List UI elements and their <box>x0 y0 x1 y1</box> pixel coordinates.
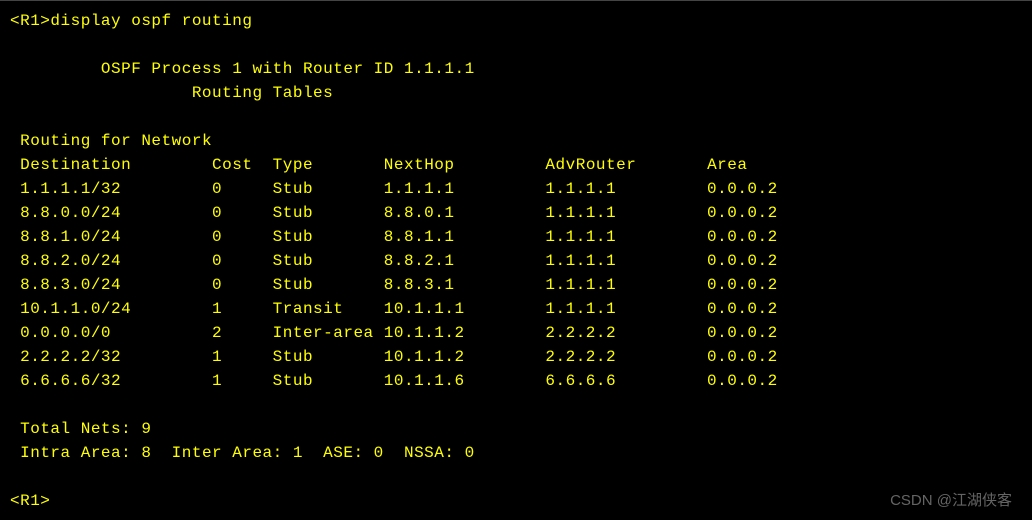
col-type: Type <box>273 156 313 174</box>
col-advrouter: AdvRouter <box>545 156 636 174</box>
routing-tables-header: Routing Tables <box>10 81 1022 105</box>
total-nets: Total Nets: 9 <box>10 417 1022 441</box>
totals-breakdown: Intra Area: 8 Inter Area: 1 ASE: 0 NSSA:… <box>10 441 1022 465</box>
col-destination: Destination <box>20 156 131 174</box>
table-row: 8.8.2.0/24 0 Stub 8.8.2.1 1.1.1.1 0.0.0.… <box>10 249 1022 273</box>
table-row: 8.8.1.0/24 0 Stub 8.8.1.1 1.1.1.1 0.0.0.… <box>10 225 1022 249</box>
table-row: 1.1.1.1/32 0 Stub 1.1.1.1 1.1.1.1 0.0.0.… <box>10 177 1022 201</box>
table-row: 0.0.0.0/0 2 Inter-area 10.1.1.2 2.2.2.2 … <box>10 321 1022 345</box>
ospf-header: OSPF Process 1 with Router ID 1.1.1.1 <box>10 57 1022 81</box>
prompt-end[interactable]: <R1> <box>10 489 1022 513</box>
section-title: Routing for Network <box>10 129 1022 153</box>
col-cost: Cost <box>212 156 252 174</box>
table-row: 6.6.6.6/32 1 Stub 10.1.1.6 6.6.6.6 0.0.0… <box>10 369 1022 393</box>
table-row: 8.8.3.0/24 0 Stub 8.8.3.1 1.1.1.1 0.0.0.… <box>10 273 1022 297</box>
table-row: 8.8.0.0/24 0 Stub 8.8.0.1 1.1.1.1 0.0.0.… <box>10 201 1022 225</box>
command-text: display ospf routing <box>50 12 252 30</box>
watermark: CSDN @江湖侠客 <box>890 489 1012 510</box>
col-area: Area <box>707 156 747 174</box>
blank-line <box>10 393 1022 417</box>
table-row: 10.1.1.0/24 1 Transit 10.1.1.1 1.1.1.1 0… <box>10 297 1022 321</box>
blank-line <box>10 33 1022 57</box>
blank-line <box>10 105 1022 129</box>
table-row: 2.2.2.2/32 1 Stub 10.1.1.2 2.2.2.2 0.0.0… <box>10 345 1022 369</box>
command-line[interactable]: <R1>display ospf routing <box>10 9 1022 33</box>
table-header-row: Destination Cost Type NextHop AdvRouter … <box>10 153 1022 177</box>
prompt: <R1> <box>10 12 50 30</box>
blank-line <box>10 465 1022 489</box>
col-nexthop: NextHop <box>384 156 455 174</box>
